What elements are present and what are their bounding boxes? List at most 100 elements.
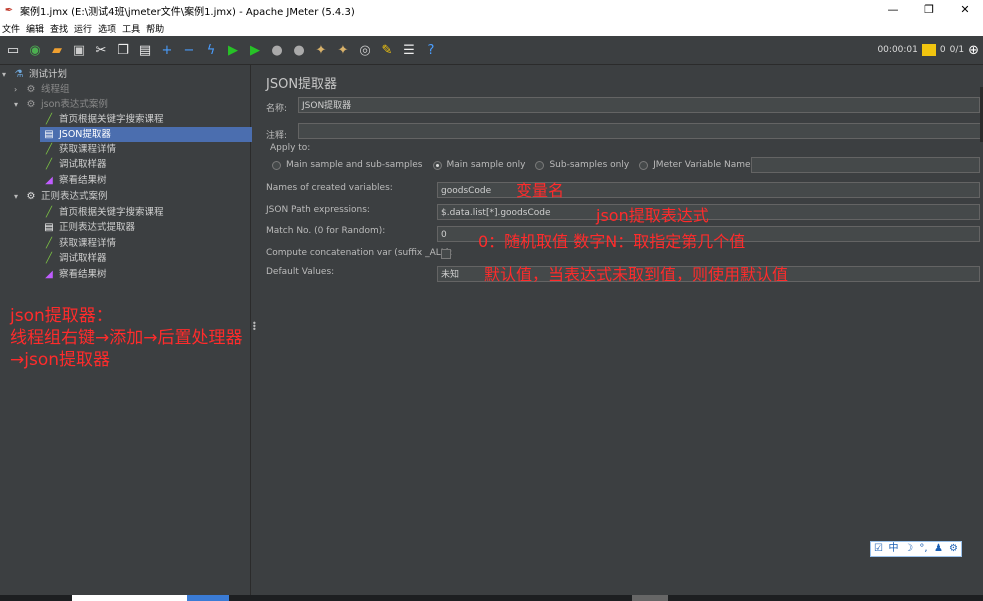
pipette-icon: ╱ [45,207,53,218]
ime-toolbar: ☑ 中 ☽ °, ♟ ⚙ [870,541,962,557]
radio-button[interactable] [272,160,281,170]
tree-item-regex-case[interactable]: ▾ ⚙ 正则表达式案例 [14,189,108,204]
tree-item-label: 测试计划 [29,69,68,80]
menu-tools[interactable]: 工具 [122,22,140,35]
templates-icon[interactable]: ◉ [26,41,44,59]
cut-icon[interactable]: ✂ [92,41,110,59]
tree-item-json-extractor[interactable]: ▤ JSON提取器 [40,127,252,142]
chevron-down-icon[interactable]: ▾ [2,67,12,82]
menu-file[interactable]: 文件 [2,22,20,35]
chevron-down-icon[interactable]: ▾ [14,97,24,112]
open-icon[interactable]: ▰ [48,41,66,59]
json-path-label: JSON Path expressions: [266,205,370,215]
comment-field[interactable] [298,123,983,139]
taskbar-active-app[interactable] [187,595,229,601]
ime-moon-icon[interactable]: ☽ [901,542,916,556]
name-field[interactable]: JSON提取器 [298,97,980,113]
function-helper-icon[interactable]: ☰ [400,41,418,59]
search-icon[interactable]: ◎ [356,41,374,59]
jmeter-variable-field[interactable] [751,157,980,173]
pipette-icon: ╱ [45,114,53,125]
gear-icon: ⚙ [26,84,36,95]
copy-icon[interactable]: ❐ [114,41,132,59]
collapse-icon[interactable]: − [180,41,198,59]
menu-bar: 文件 编辑 查找 运行 选项 工具 帮助 [0,20,983,36]
clear-all-icon[interactable]: ✦ [334,41,352,59]
apply-to-label: Apply to: [270,143,311,153]
tree-item-regex-extractor[interactable]: ▤ 正则表达式提取器 [42,220,135,235]
tree-item-view-results-2[interactable]: ◢ 察看结果树 [42,267,107,282]
new-icon[interactable]: ▭ [4,41,22,59]
reset-search-icon[interactable]: ✎ [378,41,396,59]
splitter-handle[interactable]: • • • [252,320,257,334]
tree-item-search-course-2[interactable]: ╱ 首页根据关键字搜索课程 [42,205,164,220]
window-title: 案例1.jmx (E:\测试4班\jmeter文件\案例1.jmx) - Apa… [20,6,355,18]
paste-icon[interactable]: ▤ [136,41,154,59]
radio-sub-only[interactable]: Sub-samples only [535,160,629,170]
default-values-label: Default Values: [266,267,335,277]
tree-item-course-detail[interactable]: ╱ 获取课程详情 [42,142,116,157]
taskbar-search[interactable] [72,595,187,601]
apply-to-group: Main sample and sub-samples Main sample … [272,160,791,170]
tree-item-label: 察看结果树 [59,269,107,280]
tree-item-debug-sampler[interactable]: ╱ 调试取样器 [42,157,107,172]
menu-search[interactable]: 查找 [50,22,68,35]
expand-icon[interactable]: + [158,41,176,59]
elapsed-time: 00:00:01 [877,45,918,55]
radio-button[interactable] [639,160,649,170]
annotation-line: →json提取器 [10,350,110,370]
close-button[interactable]: ✕ [947,0,983,20]
radio-button[interactable] [432,160,442,170]
tree-item-course-detail-2[interactable]: ╱ 获取课程详情 [42,236,116,251]
tree-item-view-results[interactable]: ◢ 察看结果树 [42,173,107,188]
comment-label: 注释: [266,131,288,141]
toggle-icon[interactable]: ϟ [202,41,220,59]
taskbar-app[interactable] [632,595,668,601]
tree-item-test-plan[interactable]: ▾ ⚗ 测试计划 [2,67,67,82]
radio-label: Main sample only [446,160,526,170]
pipette-icon: ╱ [45,253,53,264]
chevron-down-icon[interactable]: ▾ [14,189,24,204]
concat-checkbox[interactable] [441,249,451,259]
tree-item-label: 正则表达式案例 [41,191,108,202]
tree-item-search-course[interactable]: ╱ 首页根据关键字搜索课程 [42,112,164,127]
tree-item-label: 正则表达式提取器 [59,222,136,233]
ime-check-icon[interactable]: ☑ [871,542,886,556]
stop-icon[interactable]: ● [268,41,286,59]
gear-icon: ⚙ [26,99,36,110]
radio-main-only[interactable]: Main sample only [432,160,526,170]
tree-item-label: 察看结果树 [59,175,107,186]
ime-punct-icon[interactable]: °, [916,542,931,556]
clear-icon[interactable]: ✦ [312,41,330,59]
concat-label: Compute concatenation var (suffix _ALL): [266,248,453,258]
chevron-right-icon[interactable]: › [14,82,24,97]
window-titlebar: ✒ 案例1.jmx (E:\测试4班\jmeter文件\案例1.jmx) - A… [0,0,983,20]
remote-add-icon[interactable]: ⊕ [968,43,979,58]
annotation-default: 默认值，当表达式未取到值，则使用默认值 [484,265,789,284]
help-icon[interactable]: ? [422,41,440,59]
menu-help[interactable]: 帮助 [146,22,164,35]
ime-mode-icon[interactable]: 中 [886,542,901,556]
minimize-button[interactable]: — [875,0,911,20]
tree-item-json-case[interactable]: ▾ ⚙ json表达式案例 [14,97,108,112]
maximize-button[interactable]: ❐ [911,0,947,20]
shutdown-icon[interactable]: ● [290,41,308,59]
warning-icon[interactable] [921,44,936,56]
menu-options[interactable]: 选项 [98,22,116,35]
window-controls: — ❐ ✕ [875,0,983,20]
tree-item-debug-sampler-2[interactable]: ╱ 调试取样器 [42,251,107,266]
ime-user-icon[interactable]: ♟ [931,542,946,556]
radio-button[interactable] [535,160,545,170]
start-icon[interactable]: ▶ [224,41,242,59]
menu-run[interactable]: 运行 [74,22,92,35]
pipette-icon: ╱ [45,238,53,249]
tree-item-thread-group[interactable]: › ⚙ 线程组 [14,82,70,97]
menu-edit[interactable]: 编辑 [26,22,44,35]
ime-settings-icon[interactable]: ⚙ [946,542,961,556]
tree-item-label: JSON提取器 [59,129,111,140]
annotation-var-name: 变量名 [516,181,565,200]
tree-item-label: 调试取样器 [59,159,107,170]
radio-main-and-sub[interactable]: Main sample and sub-samples [272,160,423,170]
save-icon[interactable]: ▣ [70,41,88,59]
start-no-pause-icon[interactable]: ▶ [246,41,264,59]
